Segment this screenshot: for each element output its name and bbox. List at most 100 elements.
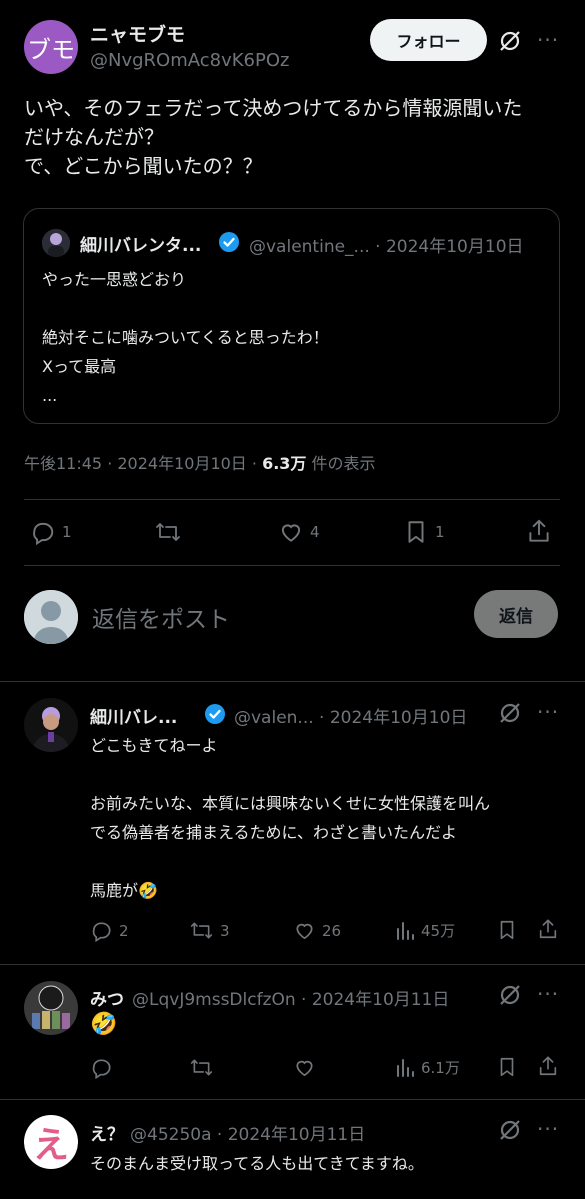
reply-icon (90, 1056, 113, 1079)
reply-line: お前みたいな、本質には興味ないくせに女性保護を叫ん (90, 794, 491, 813)
reply-count: 2 (119, 921, 129, 940)
bookmark-action[interactable] (496, 1055, 518, 1079)
reply-icon (90, 919, 113, 942)
bookmark-icon (496, 918, 518, 942)
post-body-line: いや、そのフェラだって決めつけてるから情報源聞いた (24, 96, 523, 120)
reply-action[interactable]: 2 (90, 919, 129, 942)
like-count: 26 (322, 921, 342, 940)
heart-icon (293, 919, 316, 942)
post-timestamp[interactable]: 午後11:45 · 2024年10月10日 · 6.3万 件の表示 (24, 450, 376, 474)
like-action[interactable]: 4 (278, 519, 320, 545)
reply-text: 🤣 (90, 1012, 118, 1037)
author-name[interactable]: ニャモブモ (90, 20, 185, 47)
grok-icon[interactable] (497, 700, 523, 726)
views-action[interactable]: 6.1万 (395, 1056, 460, 1078)
quote-author-avatar[interactable] (42, 229, 70, 257)
bookmark-icon (496, 1055, 518, 1079)
post-body-line: だけなんだが？ (24, 125, 164, 149)
reply-line (90, 760, 570, 789)
reply-author-avatar[interactable] (24, 981, 78, 1035)
quote-line: Xって最高 (42, 357, 117, 376)
bookmark-count: 1 (435, 523, 445, 541)
divider (24, 565, 560, 566)
divider (24, 499, 560, 500)
share-icon (526, 517, 552, 545)
post-body-line: で、どこから聞いたの？？ (24, 154, 263, 178)
share-icon (537, 1054, 559, 1078)
bookmark-action[interactable]: 1 (403, 519, 445, 545)
repost-action[interactable]: 3 (189, 919, 230, 942)
quote-text: やった一思惑どおり 絶対そこに噛みついてくると思ったわ！ Xって最高 ... (42, 265, 542, 410)
quote-line: ... (42, 386, 58, 405)
grok-icon[interactable] (497, 1117, 523, 1143)
reply-line: 馬鹿が🤣 (90, 881, 158, 900)
quoted-post-card[interactable]: 細川バレンタ... @valentine_... · 2024年10月10日 や… (23, 208, 560, 424)
share-action[interactable] (537, 917, 559, 941)
reply-input[interactable]: 返信をポスト (92, 600, 230, 634)
more-icon[interactable]: ··· (537, 28, 559, 52)
bookmark-icon (403, 519, 429, 545)
reply-author-name[interactable]: 細川バレ... (90, 703, 177, 728)
verified-badge-icon (204, 703, 226, 725)
more-icon[interactable]: ··· (537, 700, 559, 724)
verified-badge-icon (218, 231, 240, 253)
repost-action[interactable] (154, 519, 182, 545)
reply-line (90, 847, 570, 876)
like-action[interactable] (293, 1056, 316, 1079)
repost-icon (189, 919, 214, 942)
quote-line: やった一思惑どおり (42, 270, 187, 289)
view-count: 45万 (421, 921, 456, 940)
reply-handle-date: @45250a · 2024年10月11日 (130, 1125, 366, 1145)
divider (0, 1099, 585, 1100)
my-avatar[interactable] (24, 590, 78, 644)
like-count: 4 (310, 523, 320, 541)
more-icon[interactable]: ··· (537, 982, 559, 1006)
reply-icon (30, 519, 56, 545)
grok-icon[interactable] (497, 28, 523, 54)
post-body: いや、そのフェラだって決めつけてるから情報源聞いた だけなんだが？ で、どこから… (24, 94, 564, 181)
repost-count: 3 (220, 921, 230, 940)
view-count: 6.1万 (421, 1058, 460, 1077)
views-action[interactable]: 45万 (395, 919, 455, 941)
reply-text: そのまんま受け取ってる人も出てきてますね。 (90, 1154, 424, 1173)
grok-icon[interactable] (497, 982, 523, 1008)
bookmark-action[interactable] (496, 918, 518, 942)
quote-line: 絶対そこに噛みついてくると思ったわ！ (42, 328, 329, 347)
repost-icon (189, 1056, 214, 1079)
reply-author-avatar[interactable] (24, 698, 78, 752)
reply-action[interactable]: 1 (30, 519, 72, 545)
reply-author-avatar[interactable]: え (24, 1115, 78, 1169)
reply-handle-date: @LqvJ9mssDlcfzOn · 2024年10月11日 (132, 990, 450, 1010)
reply-author-name[interactable]: え？ (90, 1120, 124, 1145)
like-action[interactable]: 26 (293, 919, 341, 942)
follow-button[interactable]: フォロー (370, 19, 487, 61)
quote-handle-date: @valentine_... · 2024年10月10日 (249, 237, 524, 257)
more-icon[interactable]: ··· (537, 1117, 559, 1141)
repost-action[interactable] (189, 1056, 214, 1079)
author-handle[interactable]: @NvgROmAc8vK6POz (90, 50, 289, 71)
reply-count: 1 (62, 523, 72, 541)
quote-line (42, 294, 542, 323)
repost-icon (154, 519, 182, 545)
author-avatar[interactable]: ブモ (24, 20, 78, 74)
heart-icon (278, 519, 304, 545)
views-icon (395, 919, 415, 941)
reply-line: どこもきてねーよ (90, 736, 218, 755)
view-count-label: 件の表示 (306, 454, 376, 473)
views-icon (395, 1056, 415, 1078)
reply-action[interactable] (90, 1056, 113, 1079)
quote-author-name[interactable]: 細川バレンタ... (80, 231, 201, 256)
share-action[interactable] (526, 517, 552, 545)
reply-author-name[interactable]: みつ (90, 985, 124, 1010)
reply-submit-button[interactable]: 返信 (474, 590, 558, 638)
divider (0, 964, 585, 965)
view-count: 6.3万 (262, 454, 307, 473)
share-action[interactable] (537, 1054, 559, 1078)
divider (0, 681, 585, 682)
heart-icon (293, 1056, 316, 1079)
reply-line: でる偽善者を捕まえるために、わざと書いたんだよ (90, 823, 458, 842)
reply-text: どこもきてねーよ お前みたいな、本質には興味ないくせに女性保護を叫ん でる偽善者… (90, 731, 570, 905)
share-icon (537, 917, 559, 941)
post-time[interactable]: 午後11:45 · 2024年10月10日 · (24, 454, 262, 473)
reply-handle-date: @valen... · 2024年10月10日 (234, 708, 468, 728)
